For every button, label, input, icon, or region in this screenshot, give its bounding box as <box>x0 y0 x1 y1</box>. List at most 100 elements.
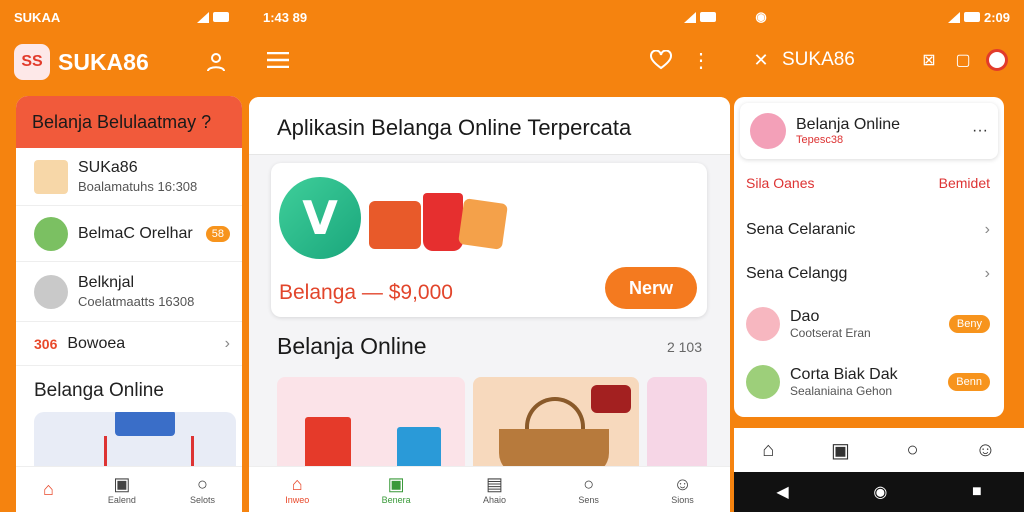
signal-icon <box>947 11 960 23</box>
nav-calendar[interactable]: ▣ Ealend <box>108 475 136 505</box>
list-item-title: Dao <box>790 308 820 325</box>
section-title: Belanja Online <box>277 333 427 359</box>
app-brand: SUKA86 <box>782 49 855 70</box>
list-item[interactable]: SUKa86 Boalamatuhs 16:308 <box>16 148 242 206</box>
bottom-nav: ⌂ ▣ ○ ☺ <box>734 428 1024 472</box>
section-meta: 2 103 <box>666 338 702 355</box>
phone-screen-left: SUKAA SS SUKA86 Belanja Belulaatmay ? SU… <box>0 0 243 512</box>
new-button[interactable]: Nerw <box>605 267 697 309</box>
shop-logo <box>750 113 786 149</box>
nav-search[interactable]: ○ Selots <box>190 475 215 505</box>
tab-left[interactable]: Sila Oanes <box>746 175 814 191</box>
list-item[interactable]: Belknjal Coelatmaatts 16308 <box>16 262 242 322</box>
app-header: ✕ SUKA86 ⊠ ▢ <box>734 34 1024 86</box>
status-bar: ◉ 2:09 <box>734 0 1024 34</box>
avatar[interactable] <box>984 47 1010 73</box>
list-item-subtitle: Boalamatuhs 16:308 <box>78 179 198 194</box>
tab-row: Sila Oanes Bemidet <box>746 175 990 191</box>
avatar <box>34 216 68 251</box>
main-panel: Aplikasin Belanga Online Terpercata V Be… <box>249 97 730 512</box>
featured-card[interactable]: V Belanga — $9,000 Nerw <box>271 163 707 317</box>
list-item[interactable]: BelmaC Orelhar 58 <box>16 206 242 262</box>
profile-icon[interactable] <box>203 49 229 75</box>
phone-screen-center: 1:43 89 ⋮ Aplikasin Belanga Online Terpe… <box>249 0 730 512</box>
home-icon[interactable]: ⌂ <box>762 439 774 462</box>
cart-icon: ▤ <box>486 473 504 494</box>
user-icon[interactable]: ☺ <box>975 439 995 462</box>
product-tile[interactable] <box>647 377 707 477</box>
home-circle-icon[interactable]: ◉ <box>873 482 887 502</box>
user-icon: ☺ <box>673 473 692 494</box>
battery-icon <box>213 12 229 22</box>
shop-card[interactable]: Belanja Online Tepesc38 ··· <box>740 103 998 159</box>
more-vertical-icon[interactable]: ⋮ <box>688 47 714 73</box>
shop-title: Belanja Online <box>796 116 901 133</box>
filter-icon[interactable]: ⊠ <box>916 47 942 73</box>
drink-cup-image <box>423 193 463 251</box>
product-tile[interactable] <box>277 377 465 477</box>
signal-icon <box>197 11 209 23</box>
banner-title: Belanja Belulaatmay ? <box>16 96 242 148</box>
recents-square-icon[interactable]: ■ <box>972 483 982 501</box>
section-header: Belanja Online 2 103 <box>277 333 702 360</box>
app-header: SS SUKA86 <box>0 34 243 90</box>
count-badge: 58 <box>205 225 230 242</box>
status-bar: 1:43 89 <box>249 0 730 34</box>
page-title: Aplikasin Belanga Online Terpercata <box>249 97 730 155</box>
app-header: ⋮ <box>249 34 730 86</box>
nav-search[interactable]: ○ Sens <box>578 475 599 505</box>
status-time: 1:43 89 <box>263 9 308 25</box>
list-item-subtitle: Sealaniaina Gehon <box>790 384 893 398</box>
nav-cart[interactable]: ▤ Ahaio <box>483 475 506 505</box>
notification-icon: ◉ <box>755 9 767 24</box>
signal-icon <box>684 11 696 23</box>
featured-price: Belanga — $9,000 <box>279 281 453 304</box>
home-icon: ⌂ <box>291 473 303 494</box>
back-triangle-icon[interactable]: ◀ <box>776 482 788 502</box>
app-logo: SS <box>14 44 50 80</box>
list-item[interactable]: Corta Biak Dak Sealaniaina Gehon Benn <box>746 365 990 399</box>
search-icon[interactable]: ○ <box>907 439 919 462</box>
list-item-title: Corta Biak Dak <box>790 366 898 383</box>
list-item[interactable]: 306 Bowoea › <box>16 322 242 366</box>
nav-home[interactable]: ⌂ Inweo <box>285 475 309 505</box>
phone-screen-right: ◉ 2:09 ✕ SUKA86 ⊠ ▢ Belanja Online Tepesc… <box>734 0 1024 512</box>
product-tile[interactable] <box>473 377 639 477</box>
clipboard-icon[interactable]: ▢ <box>950 47 976 73</box>
app-brand: SUKA86 <box>58 48 149 75</box>
menu-link[interactable]: Sena Celaranic › <box>746 221 990 239</box>
list-item-title: SUKa86 <box>78 159 138 176</box>
heart-icon[interactable] <box>648 47 674 73</box>
calendar-icon: ▣ <box>113 473 131 494</box>
menu-link[interactable]: Sena Celangg › <box>746 265 990 283</box>
nav-profile[interactable]: ☺ Sions <box>671 475 694 505</box>
nav-home[interactable]: ⌂ <box>43 480 54 500</box>
system-nav-bar: ◀ ◉ ■ <box>734 472 1024 512</box>
content-card: Belanja Belulaatmay ? SUKa86 Boalamatuhs … <box>16 96 242 512</box>
list-item-subtitle: Coelatmaatts 16308 <box>78 294 195 309</box>
gift-box-image <box>369 201 421 249</box>
tab-right[interactable]: Bemidet <box>939 175 990 191</box>
more-horizontal-icon[interactable]: ··· <box>972 122 988 140</box>
brand-logo: V <box>279 177 361 259</box>
list-item-subtitle: Cootserat Eran <box>790 326 871 340</box>
item-action-button[interactable]: Beny <box>948 315 990 333</box>
section-title: Belanga Online <box>34 380 164 401</box>
battery-icon <box>963 12 980 22</box>
battery-icon <box>700 12 716 22</box>
list-item[interactable]: Dao Cootserat Eran Beny <box>746 307 990 341</box>
bag-icon[interactable]: ▣ <box>831 438 850 463</box>
status-bar: SUKAA <box>0 0 243 34</box>
back-icon[interactable]: ✕ <box>748 47 774 73</box>
avatar <box>34 274 68 309</box>
search-icon: ○ <box>197 473 208 494</box>
product-badge <box>591 385 631 413</box>
list-item-prefix: 306 <box>34 335 58 352</box>
home-icon: ⌂ <box>43 478 54 499</box>
item-action-button[interactable]: Benn <box>948 373 990 391</box>
bag-icon: ▣ <box>387 473 405 494</box>
search-icon: ○ <box>583 473 595 494</box>
bottom-nav: ⌂ Inweo ▣ Benera ▤ Ahaio ○ Sens ☺ Sions <box>249 466 730 512</box>
nav-bag[interactable]: ▣ Benera <box>382 475 411 505</box>
menu-icon[interactable] <box>265 47 291 73</box>
